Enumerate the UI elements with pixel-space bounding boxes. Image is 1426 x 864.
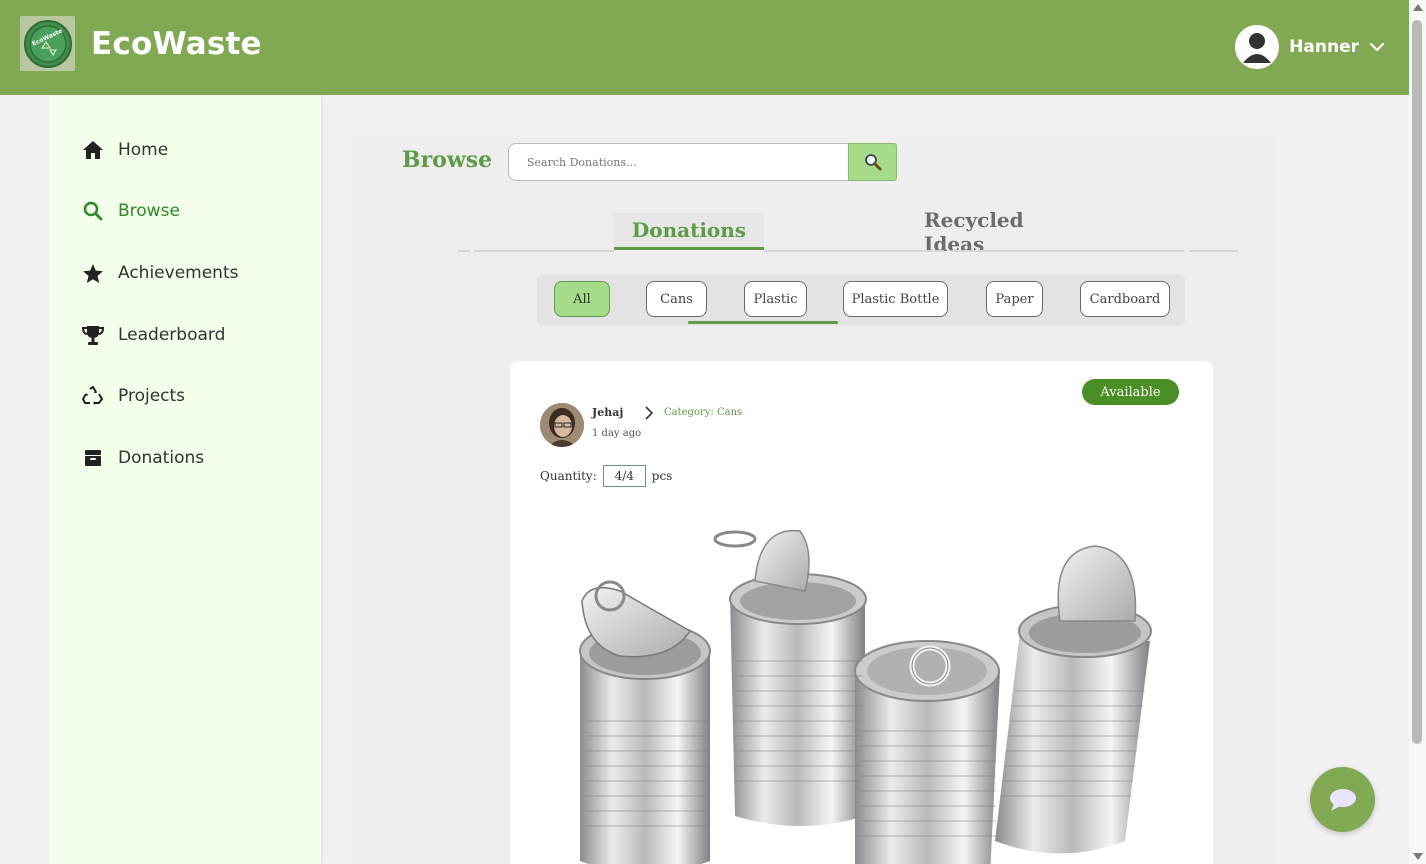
top-header: EcoWaste EcoWaste Hanner xyxy=(0,0,1409,95)
filter-chip-plastic[interactable]: Plastic xyxy=(744,281,807,317)
chat-button[interactable] xyxy=(1310,767,1375,832)
chevron-down-icon[interactable] xyxy=(1369,41,1385,53)
tab-divider xyxy=(458,250,470,252)
chevron-right-icon xyxy=(645,406,654,420)
post-time: 1 day ago xyxy=(592,428,642,439)
sidebar-item-browse[interactable]: Browse xyxy=(82,195,180,227)
scroll-down-icon[interactable] xyxy=(1413,853,1423,860)
donation-card[interactable]: Available Jehaj 1 day ago Category: Cans… xyxy=(510,361,1213,864)
search-button[interactable] xyxy=(848,143,897,181)
filter-chip-cardboard[interactable]: Cardboard xyxy=(1080,281,1170,317)
sidebar-item-label: Projects xyxy=(118,386,186,406)
donor-photo xyxy=(540,403,584,447)
category-label: Category: Cans xyxy=(664,407,743,418)
search-icon xyxy=(82,200,104,222)
sidebar-item-home[interactable]: Home xyxy=(82,134,168,166)
scroll-up-icon[interactable] xyxy=(1413,4,1423,11)
page-scrollbar[interactable] xyxy=(1409,0,1426,864)
recycle-logo-icon: EcoWaste xyxy=(28,24,67,63)
tab-bar: Donations Recycled Ideas xyxy=(458,208,1238,256)
filter-chip-paper[interactable]: Paper xyxy=(986,281,1043,317)
status-badge: Available xyxy=(1082,379,1179,405)
app-title[interactable]: EcoWaste xyxy=(91,26,262,62)
sidebar-item-label: Donations xyxy=(118,448,205,468)
filter-chip-plastic-bottle[interactable]: Plastic Bottle xyxy=(843,281,948,317)
filter-chip-all[interactable]: All xyxy=(554,281,610,317)
page-title: Browse xyxy=(402,147,493,173)
can-2 xyxy=(713,529,867,826)
sidebar-item-achievements[interactable]: Achievements xyxy=(82,257,238,289)
sidebar-item-label: Leaderboard xyxy=(118,325,226,345)
donation-image xyxy=(579,529,1152,864)
can-4 xyxy=(995,545,1152,854)
sidebar-item-label: Browse xyxy=(118,201,180,221)
search-input[interactable] xyxy=(508,143,848,181)
tab-recycled-ideas[interactable]: Recycled Ideas xyxy=(924,208,1084,256)
user-avatar xyxy=(1235,25,1280,69)
sidebar-item-projects[interactable]: Projects xyxy=(82,380,185,412)
sidebar: Home Browse Achievements Leaderboard Pro… xyxy=(49,95,321,864)
user-name: Hanner xyxy=(1289,37,1359,57)
quantity-unit: pcs xyxy=(651,469,673,483)
trophy-icon xyxy=(82,324,104,346)
tab-divider xyxy=(951,250,1184,252)
can-3 xyxy=(854,640,1000,864)
sidebar-item-label: Achievements xyxy=(118,263,239,283)
quantity-row: Quantity: 4/4 pcs xyxy=(540,465,672,487)
tab-divider xyxy=(1189,250,1238,252)
category-filter: All Cans Plastic Plastic Bottle Paper Ca… xyxy=(537,274,1185,326)
donor-avatar[interactable] xyxy=(540,403,584,447)
quantity-value: 4/4 xyxy=(602,465,646,487)
chat-bubble-icon xyxy=(1329,788,1356,811)
can-1 xyxy=(579,580,711,864)
sidebar-item-label: Home xyxy=(118,140,169,160)
magnifier-icon xyxy=(864,154,881,171)
logo-emblem: EcoWaste xyxy=(23,19,72,68)
sidebar-item-leaderboard[interactable]: Leaderboard xyxy=(82,319,225,351)
user-menu[interactable]: Hanner xyxy=(1235,24,1385,70)
user-icon xyxy=(1235,25,1280,69)
tab-donations[interactable]: Donations xyxy=(614,213,764,250)
home-icon xyxy=(82,139,104,161)
filter-chip-cans[interactable]: Cans xyxy=(646,281,707,317)
recycle-icon xyxy=(82,385,104,407)
box-icon xyxy=(82,447,104,469)
app-logo[interactable]: EcoWaste xyxy=(20,16,75,71)
donor-name[interactable]: Jehaj xyxy=(592,406,623,419)
quantity-label: Quantity: xyxy=(540,469,597,483)
sidebar-item-donations[interactable]: Donations xyxy=(82,442,204,474)
tab-divider xyxy=(764,250,944,252)
tab-divider xyxy=(474,250,614,252)
search-bar xyxy=(508,143,897,181)
star-icon xyxy=(82,262,104,284)
scroll-thumb[interactable] xyxy=(1412,20,1422,744)
filter-indicator xyxy=(688,321,838,324)
browse-panel: Browse Donations Recycled Ideas All Cans… xyxy=(352,137,1278,864)
